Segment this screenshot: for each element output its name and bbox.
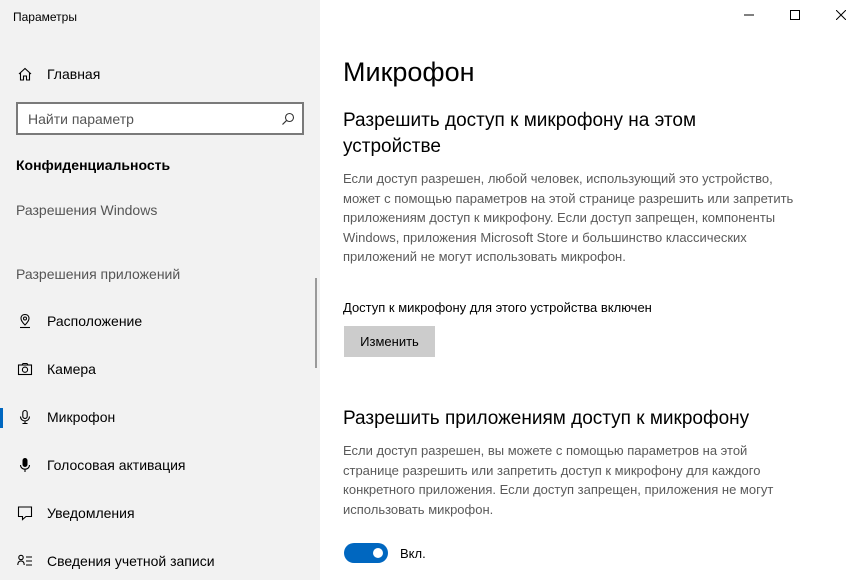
sidebar-item-microphone[interactable]: Микрофон [0, 399, 310, 435]
sidebar-item-label: Микрофон [47, 409, 116, 425]
toggle-knob [373, 548, 383, 558]
nav-home[interactable]: Главная [16, 62, 306, 86]
window-controls [726, 0, 864, 32]
change-button[interactable]: Изменить [344, 326, 435, 357]
device-access-heading: Разрешить доступ к микрофону на этом уст… [343, 110, 697, 157]
search-icon[interactable] [274, 105, 302, 133]
apps-access-description: Если доступ разрешен, вы можете с помощь… [343, 443, 774, 517]
location-icon [16, 312, 34, 330]
device-access-description: Если доступ разрешен, любой человек, исп… [343, 171, 794, 264]
apps-access-heading: Разрешить приложениям доступ к микрофону [343, 408, 750, 429]
microphone-icon [16, 408, 34, 426]
home-icon [16, 65, 34, 83]
sidebar-item-label: Камера [47, 361, 96, 377]
apps-access-toggle-row: Вкл. [344, 543, 426, 563]
maximize-button[interactable] [772, 0, 818, 32]
nav-home-label: Главная [47, 66, 101, 82]
sidebar-item-label: Голосовая активация [47, 457, 186, 473]
page-title: Микрофон [343, 57, 475, 87]
minimize-icon [744, 7, 754, 25]
section-title: Конфиденциальность [16, 157, 171, 173]
voice-activation-icon [16, 456, 34, 474]
close-icon [835, 7, 847, 25]
sidebar-item-label: Расположение [47, 313, 143, 329]
sidebar-item-notifications[interactable]: Уведомления [0, 495, 310, 531]
sidebar-item-label: Сведения учетной записи [47, 553, 215, 569]
account-info-icon [16, 552, 34, 570]
minimize-button[interactable] [726, 0, 772, 32]
sidebar-item-location[interactable]: Расположение [0, 303, 310, 339]
close-button[interactable] [818, 0, 864, 32]
sidebar-item-voice-activation[interactable]: Голосовая активация [0, 447, 310, 483]
sidebar: Параметры Главная Конфиденциальность Раз… [0, 0, 320, 580]
group-label-windows: Разрешения Windows [16, 202, 158, 218]
sidebar-item-label: Уведомления [47, 505, 135, 521]
group-label-apps: Разрешения приложений [16, 266, 181, 282]
search-input[interactable] [18, 110, 274, 127]
maximize-icon [790, 7, 800, 25]
sidebar-scrollbar[interactable] [315, 278, 317, 368]
sidebar-item-camera[interactable]: Камера [0, 351, 310, 387]
apps-access-toggle[interactable] [344, 543, 388, 563]
search-box[interactable] [16, 102, 304, 135]
toggle-state-label: Вкл. [400, 545, 426, 561]
camera-icon [16, 360, 34, 378]
sidebar-item-account-info[interactable]: Сведения учетной записи [0, 543, 310, 579]
device-access-status: Доступ к микрофону для этого устройства … [343, 300, 652, 315]
notifications-icon [16, 504, 34, 522]
window-title: Параметры [13, 10, 77, 24]
